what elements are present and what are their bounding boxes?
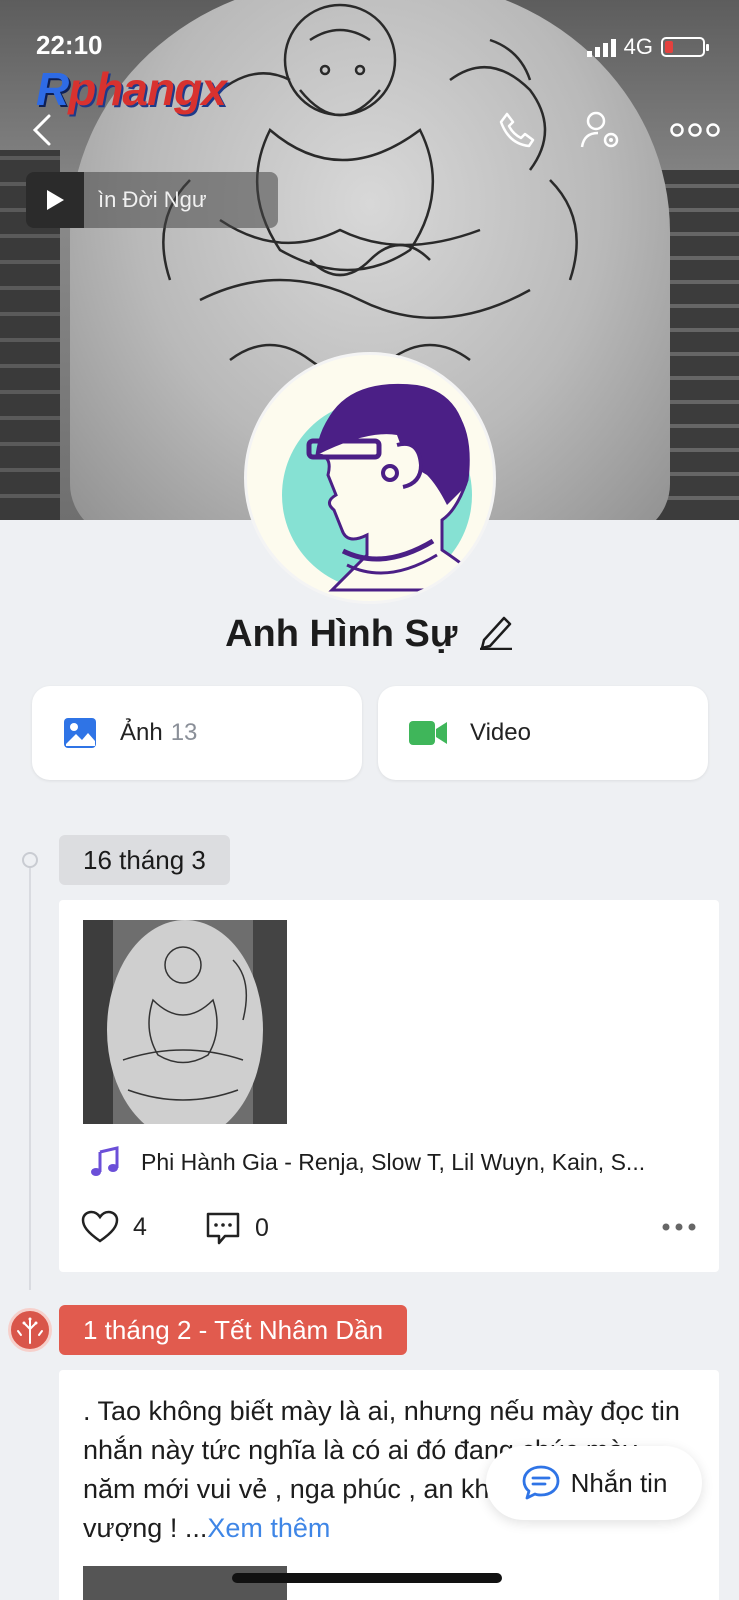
fireworks-icon xyxy=(8,1308,52,1352)
network-type: 4G xyxy=(623,34,653,59)
user-settings-icon xyxy=(580,111,619,148)
timeline-date: 16 tháng 3 xyxy=(59,835,230,885)
call-button[interactable] xyxy=(492,105,542,155)
status-bar: 22:10 4G xyxy=(0,30,739,64)
edit-name-button[interactable] xyxy=(478,612,514,660)
music-note-icon xyxy=(91,1146,119,1176)
photos-button[interactable]: Ảnh 13 xyxy=(32,686,362,780)
status-time: 22:10 xyxy=(36,30,103,60)
profile-settings-button[interactable] xyxy=(576,105,626,155)
see-more-link[interactable]: Xem thêm xyxy=(207,1513,330,1543)
post-actions: 4 0 xyxy=(81,1210,701,1254)
profile-music-player[interactable]: ìn Đời Ngư xyxy=(26,172,278,228)
post-photo[interactable] xyxy=(83,920,287,1124)
ellipsis-icon xyxy=(670,123,720,137)
post-song[interactable]: Phi Hành Gia - Renja, Slow T, Lil Wuyn, … xyxy=(89,1146,645,1178)
photos-count: 13 xyxy=(170,719,198,746)
like-button[interactable]: 4 xyxy=(81,1210,147,1244)
timeline-dot xyxy=(22,852,38,868)
signal-icon xyxy=(586,37,616,57)
chevron-left-icon xyxy=(32,114,51,146)
back-button[interactable] xyxy=(18,105,68,155)
profile-name: Anh Hình Sự xyxy=(0,612,739,660)
videos-button[interactable]: Video xyxy=(378,686,708,780)
music-thumbnail xyxy=(26,172,84,228)
message-button[interactable]: Nhắn tin xyxy=(486,1446,702,1520)
heart-icon xyxy=(81,1210,119,1243)
like-count: 4 xyxy=(133,1212,147,1241)
timeline-line xyxy=(29,860,31,1290)
phone-icon xyxy=(499,112,535,148)
comment-button[interactable]: 0 xyxy=(205,1210,269,1246)
timeline-post: Phi Hành Gia - Renja, Slow T, Lil Wuyn, … xyxy=(59,900,719,1272)
image-icon xyxy=(64,718,96,748)
avatar-illustration xyxy=(282,383,493,592)
chat-bubble-icon xyxy=(522,1465,559,1500)
post-more-button[interactable] xyxy=(661,1222,697,1232)
play-icon xyxy=(47,190,64,210)
media-shortcuts: Ảnh 13 Video xyxy=(32,686,708,780)
post-photo[interactable] xyxy=(83,1566,287,1600)
ellipsis-icon xyxy=(662,1223,696,1231)
video-camera-icon xyxy=(409,721,447,745)
comment-count: 0 xyxy=(255,1213,269,1242)
avatar[interactable] xyxy=(244,352,496,604)
more-options-button[interactable] xyxy=(660,105,730,155)
timeline-date-holiday: 1 tháng 2 - Tết Nhâm Dần xyxy=(59,1305,408,1355)
music-title: ìn Đời Ngư xyxy=(98,187,207,212)
comment-icon xyxy=(206,1212,240,1245)
pencil-icon xyxy=(479,616,512,651)
home-indicator[interactable] xyxy=(232,1573,502,1583)
battery-icon xyxy=(661,37,709,57)
top-nav xyxy=(0,105,739,155)
